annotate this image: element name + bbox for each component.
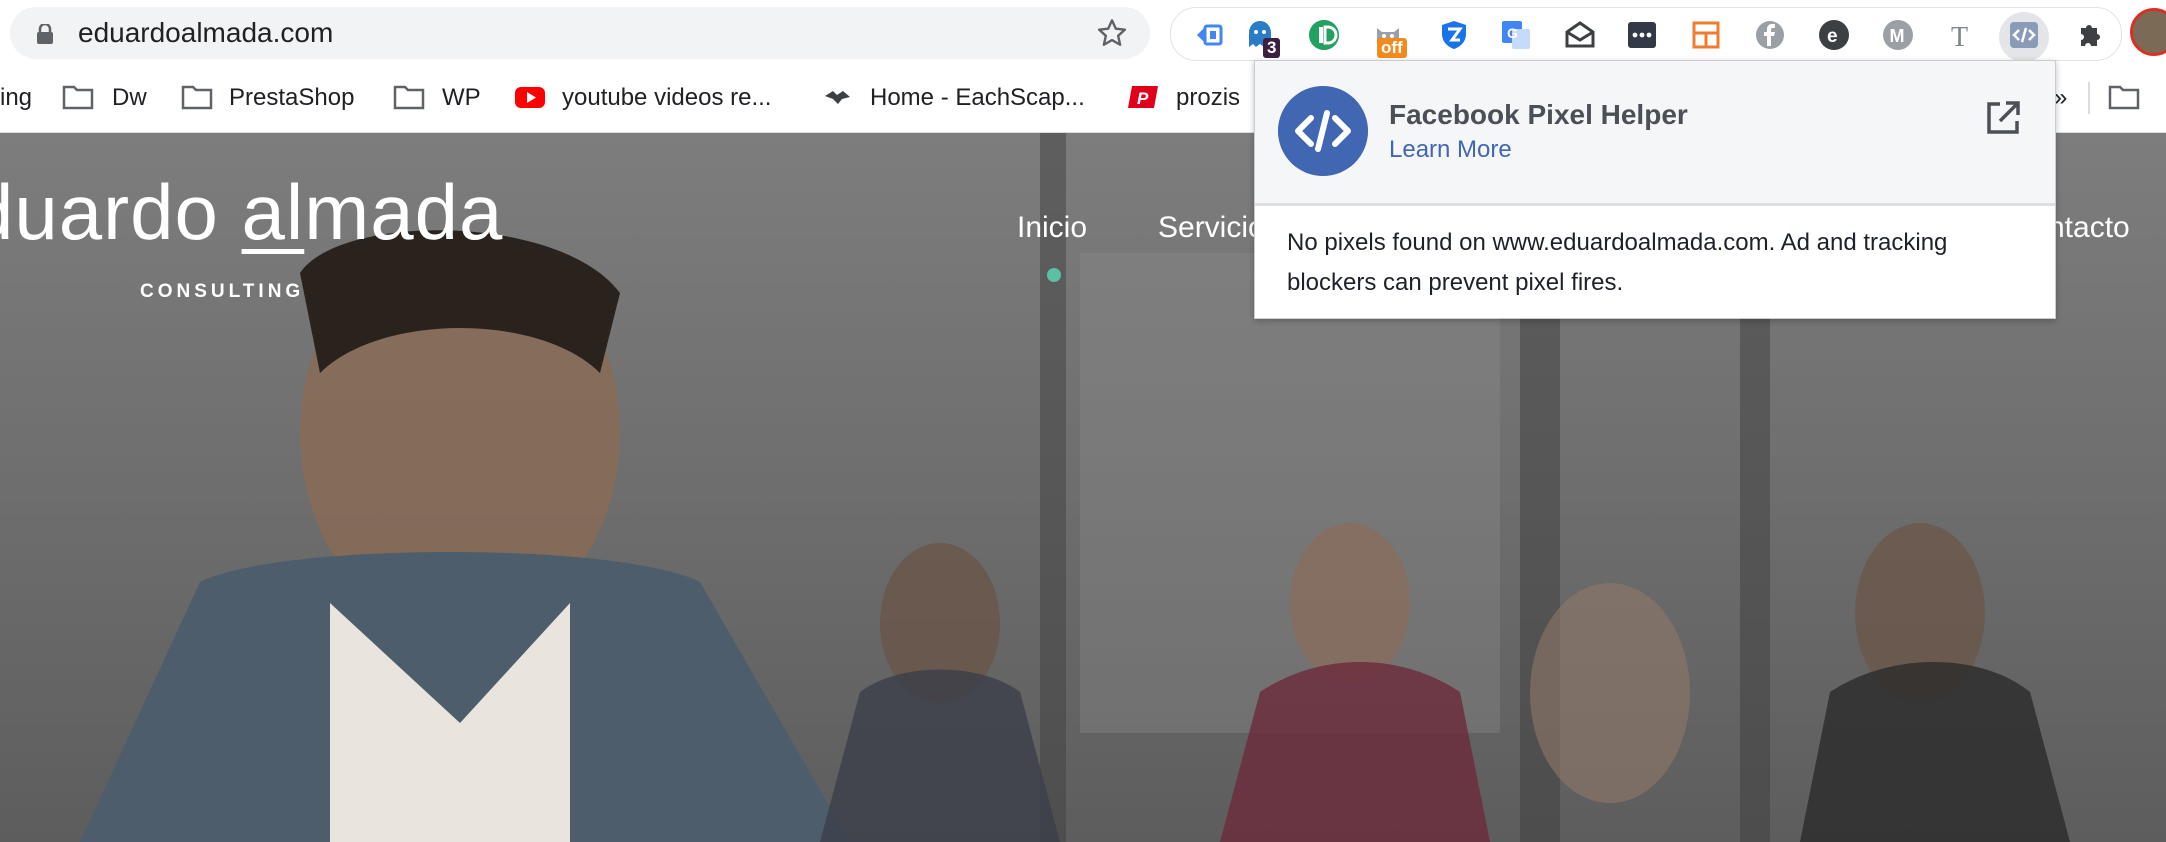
lock-icon[interactable] — [36, 24, 54, 44]
shield-vpn-icon[interactable] — [1437, 18, 1471, 52]
pixel-helper-popup: Facebook Pixel Helper Learn More No pixe… — [1254, 60, 2056, 319]
learn-more-link[interactable]: Learn More — [1389, 136, 1512, 164]
youtube-icon — [515, 87, 545, 108]
svg-text:G: G — [1507, 25, 1518, 41]
nav-item-contacto[interactable]: ntacto — [2048, 213, 2130, 243]
logo-text-part: mada — [304, 168, 504, 256]
extensions-puzzle-icon[interactable] — [2073, 18, 2107, 52]
bookmark-eachscape[interactable]: Home - EachScap... — [870, 84, 1085, 112]
eachscape-icon — [825, 91, 850, 104]
ghostery-badge: 3 — [1263, 38, 1281, 58]
url-text[interactable]: eduardoalmada.com — [78, 19, 333, 47]
bookmark-folder-wp[interactable]: WP — [442, 84, 481, 112]
password-manager-icon[interactable] — [1625, 18, 1659, 52]
svg-text:M: M — [1890, 26, 1905, 46]
cat-extension-badge: off — [1377, 38, 1407, 58]
address-bar[interactable]: eduardoalmada.com — [10, 7, 1150, 59]
extensions-tray: 3 off G e M T — [1170, 7, 2122, 62]
prozis-icon: P — [1128, 86, 1158, 108]
svg-text:T: T — [1951, 22, 1968, 52]
svg-text:e: e — [1827, 26, 1838, 47]
popup-title: Facebook Pixel Helper — [1389, 99, 1688, 130]
profile-avatar[interactable] — [2130, 8, 2166, 56]
font-extension-icon[interactable]: T — [1945, 18, 1979, 52]
browser-toolbar: eduardoalmada.com 3 off G e M T — [0, 0, 2166, 64]
popup-header: Facebook Pixel Helper Learn More — [1255, 61, 2055, 206]
svg-text:P: P — [1137, 89, 1149, 108]
popup-message: No pixels found on www.eduardoalmada.com… — [1287, 229, 1948, 296]
m-extension-icon[interactable]: M — [1881, 18, 1915, 52]
pixel-helper-logo-icon — [1278, 86, 1368, 176]
logo-text-part: al — [241, 168, 305, 256]
nav-item-servicios[interactable]: Servicio — [1158, 213, 1265, 243]
bookmark-prozis[interactable]: prozis — [1176, 84, 1240, 112]
folder-icon — [181, 85, 213, 110]
code-icon[interactable] — [2007, 18, 2041, 52]
g-suite-extension-icon[interactable] — [1193, 18, 1227, 52]
bookmark-folder-dw[interactable]: Dw — [112, 84, 147, 112]
logo-tagline: CONSULTING — [140, 281, 305, 302]
bookmark-folder-ing[interactable]: ing — [0, 84, 32, 112]
logo-text-part: duardo — [0, 168, 219, 256]
google-translate-icon[interactable]: G — [1499, 18, 1533, 52]
folder-icon — [62, 85, 94, 110]
facebook-extension-icon[interactable] — [1753, 18, 1787, 52]
layout-extension-icon[interactable] — [1689, 18, 1723, 52]
e-extension-icon[interactable]: e — [1817, 18, 1851, 52]
bookmark-youtube-videos[interactable]: youtube videos re... — [562, 84, 771, 112]
site-logo[interactable]: duardo almada — [0, 173, 503, 251]
external-link-icon[interactable] — [1983, 98, 2023, 138]
mail-open-icon[interactable] — [1563, 18, 1597, 52]
grammarly-icon[interactable] — [1307, 18, 1341, 52]
bookmark-folder-prestashop[interactable]: PrestaShop — [229, 84, 354, 112]
bookmarks-overflow-button[interactable]: » — [2054, 84, 2067, 112]
folder-icon — [393, 85, 425, 110]
nav-item-inicio[interactable]: Inicio — [1017, 213, 1087, 243]
active-nav-indicator — [1047, 268, 1061, 282]
bookmark-star-icon[interactable] — [1096, 17, 1128, 49]
bookmarks-divider — [2088, 82, 2090, 114]
folder-icon[interactable] — [2108, 84, 2140, 110]
